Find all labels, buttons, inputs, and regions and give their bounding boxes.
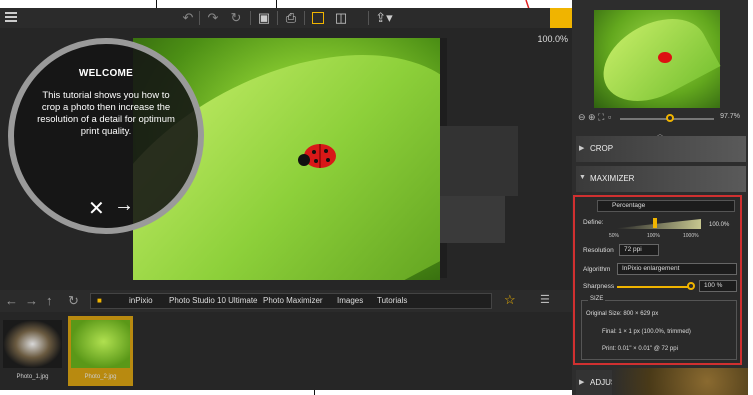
- sharpness-field[interactable]: 100 %: [699, 280, 737, 292]
- breadcrumb-item[interactable]: Photo Studio 10 Ultimate: [169, 296, 258, 305]
- section-label: MAXIMIZER: [590, 174, 635, 183]
- print-icon[interactable]: ⎙: [283, 10, 299, 26]
- filmstrip-thumbnail[interactable]: Photo_1.jpg: [0, 316, 65, 386]
- algorithm-label: Algorithm: [583, 266, 611, 273]
- sharpness-label: Sharpness: [583, 283, 615, 290]
- favorite-star-icon[interactable]: ☆: [504, 292, 516, 308]
- toolbar-divider: [304, 11, 305, 25]
- expand-arrow-icon: ▶: [579, 379, 585, 386]
- toolbar-divider: [199, 11, 200, 25]
- gears-decoration: [612, 368, 748, 395]
- define-label: Define:: [583, 219, 604, 226]
- toolbar-divider: [250, 11, 251, 25]
- ladybug-image: [298, 144, 336, 168]
- zoom-in-icon[interactable]: ⊕: [588, 112, 596, 123]
- save-icon[interactable]: ▣: [256, 10, 272, 26]
- actual-size-icon[interactable]: ▫: [608, 112, 611, 122]
- breadcrumb-item[interactable]: Images: [337, 296, 363, 305]
- toolbar-divider: [368, 11, 369, 25]
- canvas-shadow: [438, 126, 518, 196]
- zoom-slider-handle[interactable]: [666, 114, 674, 122]
- define-tick-label: 1000%: [683, 233, 699, 239]
- define-slider-handle[interactable]: [653, 218, 657, 228]
- hamburger-menu-icon[interactable]: [5, 12, 17, 24]
- refresh-icon[interactable]: ↻: [68, 293, 79, 309]
- zoom-label: 100.0%: [537, 34, 568, 44]
- list-view-icon[interactable]: ☰: [540, 293, 550, 306]
- thumbnail-label: Photo_1.jpg: [16, 374, 49, 380]
- section-maximizer[interactable]: ▼ MAXIMIZER: [576, 166, 746, 192]
- rotate-icon[interactable]: ↻: [228, 10, 244, 26]
- preview-leaf: [589, 2, 721, 118]
- define-tick-label: 50%: [609, 233, 620, 239]
- back-arrow-icon[interactable]: ←: [5, 293, 18, 308]
- sharpness-slider-track[interactable]: [617, 286, 691, 288]
- define-tick-label: 100%: [647, 233, 660, 239]
- size-info-box: SIZE Original Size: 800 × 629 px Final: …: [581, 296, 737, 360]
- ladybug-thumbnail-image: [71, 320, 130, 368]
- next-arrow-icon[interactable]: →: [114, 194, 134, 217]
- watch-thumbnail-image: [3, 320, 62, 368]
- single-view-icon[interactable]: [312, 12, 324, 24]
- maximizer-settings: Percentage Define: 100.0% 50% 100% 1000%…: [573, 195, 742, 365]
- share-icon[interactable]: ⇪▾: [374, 10, 394, 26]
- section-crop[interactable]: ▶ CROP: [576, 136, 746, 162]
- toolbar-divider: [277, 11, 278, 25]
- algorithm-field[interactable]: InPixio enlargement: [617, 263, 737, 275]
- redo-icon[interactable]: ↷: [205, 10, 221, 26]
- filmstrip-thumbnail-selected[interactable]: Photo_2.jpg: [68, 316, 133, 386]
- welcome-body: This tutorial shows you how to crop a ph…: [37, 90, 175, 137]
- breadcrumb-item[interactable]: Photo Maximizer: [263, 296, 323, 305]
- sharpness-slider-handle[interactable]: [687, 282, 695, 290]
- zoom-out-icon[interactable]: ⊖: [578, 112, 586, 123]
- resolution-field[interactable]: 72 ppi: [619, 244, 659, 256]
- final-size: Final: 1 × 1 px (100.0%, trimmed): [602, 329, 691, 335]
- export-button[interactable]: [550, 8, 572, 28]
- define-value: 100.0%: [709, 222, 730, 228]
- size-title: SIZE: [588, 296, 606, 302]
- mode-dropdown[interactable]: Percentage: [597, 200, 735, 212]
- expand-arrow-icon: ▶: [579, 145, 585, 152]
- zoom-value: 97.7%: [720, 113, 740, 120]
- filmstrip: Photo_1.jpg Photo_2.jpg: [0, 312, 572, 390]
- breadcrumb[interactable]: ■ inPixio Photo Studio 10 Ultimate Photo…: [90, 293, 492, 309]
- forward-arrow-icon[interactable]: →: [25, 293, 38, 308]
- original-size: Original Size: 800 × 629 px: [586, 311, 659, 317]
- zoom-controls: ⊖ ⊕ ⛶ ▫ 97.7%: [576, 112, 746, 126]
- collapse-arrow-icon: ▼: [579, 174, 586, 181]
- compare-view-icon[interactable]: ◫: [333, 10, 349, 26]
- thumbnail-label: Photo_2.jpg: [84, 374, 117, 380]
- folder-icon: ■: [97, 296, 102, 305]
- section-label: CROP: [590, 144, 614, 153]
- close-icon[interactable]: ✕: [88, 196, 105, 221]
- navigator-preview[interactable]: [589, 2, 721, 118]
- breadcrumb-item[interactable]: inPixio: [129, 296, 153, 305]
- preview-ladybug: [658, 52, 672, 63]
- resolution-label: Resolution: [583, 247, 614, 254]
- welcome-tutorial-overlay: WELCOME This tutorial shows you how to c…: [8, 38, 204, 234]
- print-size: Print: 0.01" × 0.01" @ 72 ppi: [602, 346, 678, 352]
- welcome-title: WELCOME: [78, 68, 134, 79]
- up-arrow-icon[interactable]: ↑: [46, 293, 53, 308]
- undo-icon[interactable]: ↶: [180, 10, 196, 26]
- top-toolbar: ↶ ↷ ↻ ▣ ⎙ ◫ ⇪▾: [0, 8, 572, 28]
- breadcrumb-item[interactable]: Tutorials: [377, 296, 407, 305]
- fit-screen-icon[interactable]: ⛶: [598, 112, 604, 123]
- navigation-bar: ← → ↑ ↻ ■ inPixio Photo Studio 10 Ultima…: [0, 290, 572, 312]
